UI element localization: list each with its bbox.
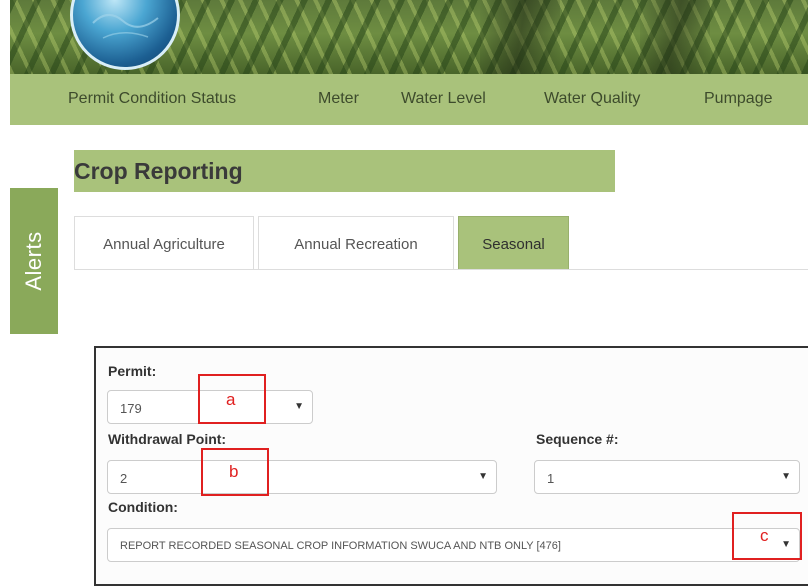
annotation-label-c: c <box>760 526 769 545</box>
nav-item-water-level[interactable]: Water Level <box>401 90 486 108</box>
sequence-value: 1 <box>547 471 555 486</box>
nav-item-meter[interactable]: Meter <box>318 90 359 108</box>
globe-logo-icon <box>70 0 180 70</box>
chevron-down-icon: ▼ <box>781 471 791 482</box>
annotation-box-c: c <box>732 512 802 560</box>
withdrawal-point-label: Withdrawal Point: <box>108 431 227 447</box>
nav-item-pumpage[interactable]: Pumpage <box>704 90 773 108</box>
tab-annual-agriculture[interactable]: Annual Agriculture <box>74 216 254 269</box>
tab-seasonal[interactable]: Seasonal <box>458 216 569 269</box>
chevron-down-icon: ▼ <box>478 471 488 482</box>
chevron-down-icon: ▼ <box>294 401 304 412</box>
banner-shadow <box>480 0 560 74</box>
condition-select[interactable]: REPORT RECORDED SEASONAL CROP INFORMATIO… <box>107 528 800 562</box>
permit-label: Permit: <box>108 363 157 379</box>
condition-label: Condition: <box>108 499 178 515</box>
withdrawal-point-select[interactable]: 2 ▼ <box>107 460 497 494</box>
nav-item-water-quality[interactable]: Water Quality <box>544 90 640 108</box>
sequence-label: Sequence #: <box>536 431 619 447</box>
tab-annual-recreation[interactable]: Annual Recreation <box>258 216 454 269</box>
annotation-box-b: b <box>201 448 269 496</box>
alerts-label: Alerts <box>21 231 46 291</box>
annotation-box-a: a <box>198 374 266 424</box>
header-banner <box>10 0 808 74</box>
banner-shadow <box>640 0 710 74</box>
annotation-label-a: a <box>226 390 236 409</box>
permit-value: 179 <box>120 401 142 416</box>
annotation-label-b: b <box>229 462 239 481</box>
page-title: Crop Reporting <box>74 150 615 192</box>
alerts-tab[interactable]: Alerts <box>10 188 58 334</box>
withdrawal-point-value: 2 <box>120 471 128 486</box>
tabs-divider <box>74 269 808 270</box>
sequence-select[interactable]: 1 ▼ <box>534 460 800 494</box>
nav-item-permit-condition-status[interactable]: Permit Condition Status <box>68 90 236 108</box>
condition-value: REPORT RECORDED SEASONAL CROP INFORMATIO… <box>120 540 561 552</box>
main-nav: Permit Condition Status Meter Water Leve… <box>10 74 808 125</box>
